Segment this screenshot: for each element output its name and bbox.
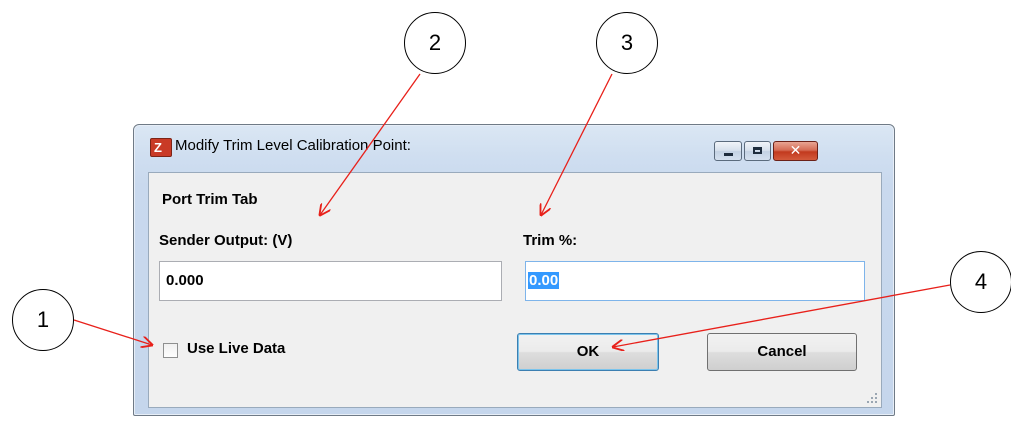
trim-percent-value: 0.00 [528,272,560,289]
callout-3-number: 3 [620,30,634,55]
use-live-data-label[interactable]: Use Live Data [187,340,285,357]
callout-3: 3 [596,12,658,74]
title-bar[interactable]: Z Modify Trim Level Calibration Point: ✕ [134,125,894,165]
trim-percent-label: Trim %: [523,232,578,249]
callout-1-number: 1 [36,307,50,332]
ok-button[interactable]: OK [517,333,659,371]
close-icon: ✕ [789,143,802,159]
trim-percent-input[interactable]: 0.00 [525,261,865,301]
sender-output-value: 0.000 [166,272,204,289]
maximize-icon [753,147,762,154]
callout-4-number: 4 [974,269,988,294]
minimize-icon [724,153,733,156]
maximize-button[interactable] [744,141,771,161]
window-title: Modify Trim Level Calibration Point: [175,137,411,154]
resize-grip-icon[interactable] [866,392,878,404]
sender-output-input[interactable]: 0.000 [159,261,502,301]
cancel-button[interactable]: Cancel [707,333,857,371]
modify-trim-dialog: Z Modify Trim Level Calibration Point: ✕… [133,124,895,416]
callout-2: 2 [404,12,466,74]
use-live-data-checkbox[interactable] [163,343,178,358]
callout-1: 1 [12,289,74,351]
close-button[interactable]: ✕ [773,141,818,161]
dialog-body: Port Trim Tab Sender Output: (V) Trim %:… [148,172,882,408]
section-label: Port Trim Tab [162,191,258,208]
sender-output-label: Sender Output: (V) [159,232,293,249]
callout-4: 4 [950,251,1011,313]
cz-app-icon: Z [150,138,172,157]
callout-2-number: 2 [428,30,442,55]
minimize-button[interactable] [714,141,742,161]
